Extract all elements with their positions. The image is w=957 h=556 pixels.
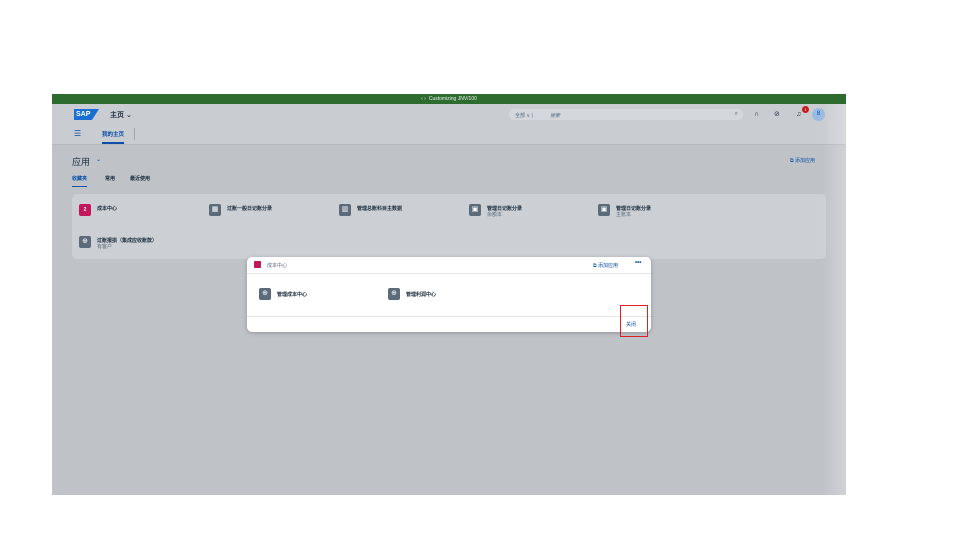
dialog-add-app-label: 添加应用 <box>597 263 618 269</box>
tile-manage-cost-centers[interactable]: ⊕ 管理成本中心 <box>259 288 307 300</box>
tile-manage-gl-master[interactable]: ▥ 管理总账科目主数据 <box>339 204 402 216</box>
tile-label: 成本中心 <box>97 206 118 212</box>
dialog-header: 成本中心 ⧉ 添加应用 ••• <box>247 257 651 274</box>
dialog-add-app-link[interactable]: ⧉ 添加应用 <box>593 262 618 269</box>
headset-icon[interactable]: ∩ <box>754 111 759 118</box>
group-color-icon <box>254 261 261 268</box>
window-title-bar: ‹ › Customizing JNV/100 <box>52 94 846 104</box>
shell-bar: SAP 主页 ⌄ 全部 ∨ | 搜索 ⌕ ∩ ⊘ ♫ 1 8 <box>52 104 846 124</box>
tab-recent[interactable]: 最近使用 <box>130 175 150 182</box>
more-icon[interactable]: ••• <box>635 260 641 266</box>
post-icon: ⊕ <box>79 236 91 248</box>
tile-cost-center-group[interactable]: 2 成本中心 <box>79 204 117 216</box>
search-icon[interactable]: ⌕ <box>735 111 738 118</box>
add-app-label: 添加应用 <box>794 158 815 164</box>
tab-my-home[interactable]: 我的主页 <box>102 130 125 144</box>
notification-badge: 1 <box>802 106 809 113</box>
ledger-icon: ▥ <box>339 204 351 216</box>
add-app-link[interactable]: ⧉ 添加应用 <box>790 157 815 164</box>
cost-center-group-dialog: 成本中心 ⧉ 添加应用 ••• ⊕ 管理成本中心 ⊕ 管理利润中心 关闭 <box>247 257 651 332</box>
help-icon[interactable]: ⊘ <box>774 111 780 118</box>
window-title: Customizing JNV/100 <box>428 96 477 102</box>
journal-entry-icon: ▣ <box>598 204 610 216</box>
tile-manage-journal-entries-1[interactable]: ▣ 管理日记账分录 余额本 <box>469 204 522 218</box>
nav-divider <box>134 128 135 140</box>
bell-icon[interactable]: ♫ <box>796 111 801 118</box>
tile-manage-profit-centers[interactable]: ⊕ 管理利润中心 <box>388 288 436 300</box>
nav-bar: ☰ 我的主页 <box>52 124 846 145</box>
nav-arrows-icon[interactable]: ‹ › <box>421 96 426 102</box>
search-field[interactable]: 全部 ∨ | 搜索 ⌕ <box>509 109 743 120</box>
tab-favorites[interactable]: 收藏夹 <box>72 175 88 187</box>
tile-manage-journal-entries-2[interactable]: ▣ 管理日记账分录 主账本 <box>598 204 651 218</box>
search-scope-select[interactable]: 全部 ∨ | <box>515 112 533 119</box>
dialog-title: 成本中心 <box>267 263 288 269</box>
close-button-highlight <box>620 305 648 337</box>
tab-frequent[interactable]: 常用 <box>105 175 115 182</box>
chevron-down-icon[interactable]: ⌄ <box>96 156 101 163</box>
search-input[interactable]: 搜索 <box>550 112 560 119</box>
journal-entry-icon: ▣ <box>469 204 481 216</box>
tile-subtitle: 余额本 <box>487 212 503 218</box>
apps-section-title: 应用 <box>72 157 91 167</box>
tile-label: 管理成本中心 <box>277 291 308 298</box>
sap-logo[interactable]: SAP <box>74 109 99 120</box>
cost-center-icon: ⊕ <box>259 288 271 300</box>
dialog-footer-divider <box>247 316 651 317</box>
profit-center-icon: ⊕ <box>388 288 400 300</box>
menu-icon[interactable]: ☰ <box>74 129 81 138</box>
favorites-tile-area: 2 成本中心 ▦ 过账一般日记账分录 ▥ 管理总账科目主数据 ▣ 管理日记账分录… <box>72 194 826 259</box>
group-count-icon: 2 <box>79 204 91 216</box>
tile-subtitle: 主账本 <box>616 212 632 218</box>
tile-label: 管理总账科目主数据 <box>357 206 403 212</box>
journal-icon: ▦ <box>209 204 221 216</box>
home-menu[interactable]: 主页 ⌄ <box>110 110 132 120</box>
tile-subtitle: 有客户 <box>97 244 113 250</box>
tile-post-write-off[interactable]: ⊕ 过账报损（集成应收账款） 有客户 <box>79 236 157 250</box>
tile-post-general-journal[interactable]: ▦ 过账一般日记账分录 <box>209 204 272 216</box>
tile-label: 管理利润中心 <box>406 291 437 298</box>
tile-label: 过账一般日记账分录 <box>227 206 273 212</box>
scroll-shade <box>822 104 846 495</box>
